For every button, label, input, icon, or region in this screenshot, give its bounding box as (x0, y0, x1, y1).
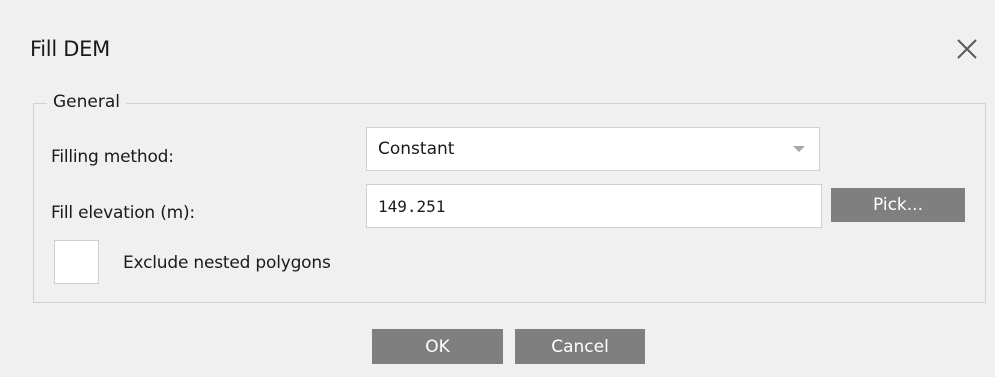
close-button[interactable] (952, 34, 982, 64)
ok-button[interactable]: OK (372, 329, 503, 364)
filling-method-label: Filling method: (51, 147, 174, 167)
fill-elevation-label: Fill elevation (m): (51, 203, 195, 223)
fill-elevation-input[interactable] (366, 184, 822, 228)
filling-method-value: Constant (378, 139, 455, 159)
dialog-title: Fill DEM (30, 37, 110, 61)
cancel-button[interactable]: Cancel (515, 329, 645, 364)
pick-button[interactable]: Pick... (831, 188, 965, 222)
close-icon (957, 39, 977, 59)
exclude-nested-polygons-label: Exclude nested polygons (123, 253, 331, 273)
general-group-legend: General (47, 92, 126, 112)
fill-dem-dialog: Fill DEM General Filling method: Constan… (0, 0, 995, 377)
exclude-nested-polygons-checkbox[interactable] (54, 240, 99, 284)
chevron-down-icon (793, 146, 805, 152)
filling-method-select[interactable]: Constant (366, 127, 820, 171)
